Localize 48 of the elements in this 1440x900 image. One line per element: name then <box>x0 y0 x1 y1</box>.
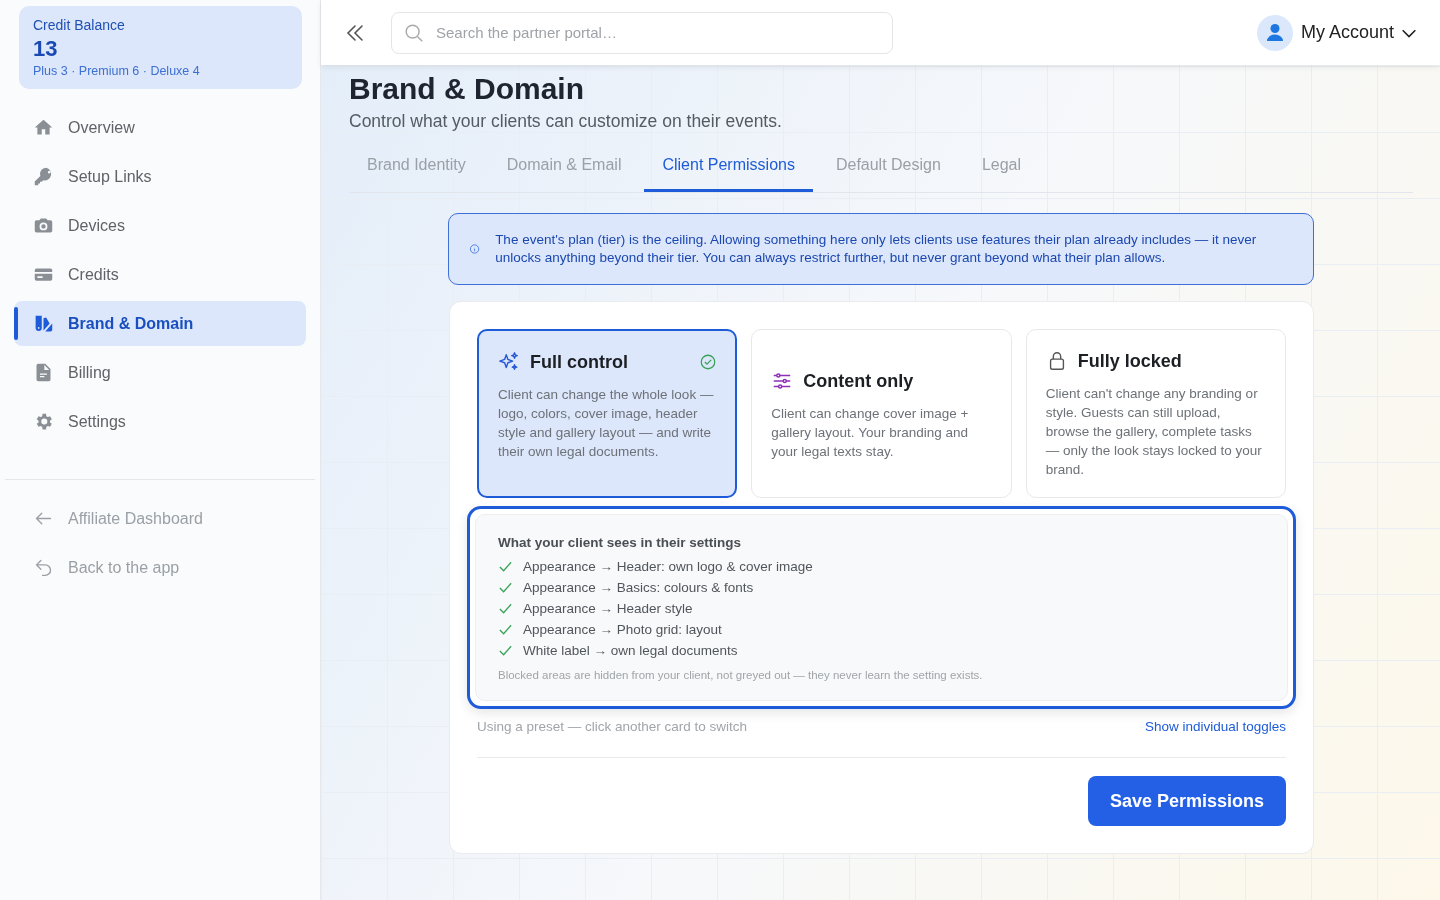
check-circle-icon <box>699 353 718 371</box>
sidebar-item[interactable]: Credits <box>14 252 306 297</box>
preset-hint: Using a preset — click another card to switch <box>477 719 748 734</box>
save-permissions-button[interactable]: Save Permissions <box>1088 776 1286 826</box>
preset-card[interactable]: Content only Client can change cover image + gallery layout. Your branding and your legal texts stay. <box>751 329 1012 498</box>
search-icon <box>403 21 425 44</box>
sidebar-item[interactable]: Billing <box>14 350 306 395</box>
preset-title: Fully locked <box>1077 350 1182 372</box>
preset-card[interactable]: Fully locked Client can't change any branding or style. Guests can still upload, browse the gallery, complete tasks — only the look stays locked to your brand. <box>1025 329 1286 498</box>
tab[interactable]: Client Permissions <box>644 142 813 192</box>
preview-note: Blocked areas are hidden from your client, not greyed out — they never learn the setting exists. <box>498 669 984 681</box>
return-arrow-icon <box>33 557 54 578</box>
preset-description: Client can change the whole look — logo, colors, cover image, header style and gallery layout — and write their own legal documents. <box>498 386 715 461</box>
sidebar-item[interactable]: Overview <box>14 105 306 150</box>
avatar-icon <box>1256 14 1293 51</box>
permission-item: Appearance → Photo grid: layout <box>523 622 722 637</box>
permission-item: Appearance → Basics: colours & fonts <box>523 580 754 595</box>
page-subtitle: Control what your clients can customize on their events. <box>349 111 783 132</box>
permission-item: Appearance → Header: own logo & cover image <box>523 559 813 574</box>
document-icon <box>33 362 54 383</box>
checkmark-icon <box>498 643 513 658</box>
sidebar-item[interactable]: Settings <box>14 399 306 444</box>
page-title: Brand & Domain <box>349 71 586 107</box>
show-toggles-link[interactable]: Show individual toggles <box>1144 719 1286 734</box>
checkmark-icon <box>498 622 513 637</box>
permission-item: White label → own legal documents <box>523 643 738 658</box>
checkmark-icon <box>498 601 513 616</box>
credit-breakdown: Plus 3 · Premium 6 · Deluxe 4 <box>33 64 201 78</box>
sidebar-item[interactable]: Brand & Domain <box>14 301 306 346</box>
search-field[interactable]: Search the partner portal… <box>391 11 893 54</box>
permission-item: Appearance → Header style <box>523 601 693 616</box>
credit-balance-label: Credit Balance <box>33 17 126 33</box>
key-icon <box>33 166 54 187</box>
checkmark-icon <box>498 580 513 595</box>
checkmark-icon <box>498 559 513 574</box>
preview-title: What your client sees in their settings <box>498 535 743 550</box>
preset-title: Full control <box>530 351 628 373</box>
preset-description: Client can't change any branding or style. Guests can still upload, browse the gallery, complete tasks — only the look stays locked to your brand. <box>1045 385 1263 479</box>
preset-card[interactable]: Full control Client can change the whole look — logo, colors, cover image, header style and gallery layout — and write their own legal documents. <box>477 329 738 498</box>
info-text: The event's plan (tier) is the ceiling. Allowing something here only lets clients use features their plan already includes — it never unlocks anything beyond their tier. You can always restrict further, but never grant beyond what their plan allows. <box>495 231 1258 267</box>
sidebar-item[interactable]: Devices <box>14 203 306 248</box>
preset-title: Content only <box>803 370 914 392</box>
account-menu[interactable]: My Account <box>1256 14 1418 51</box>
home-icon <box>33 117 54 138</box>
credit-amount: 13 <box>33 36 59 62</box>
preset-description: Client can change cover image + gallery layout. Your branding and your legal texts stay. <box>771 405 970 461</box>
sparkles-icon <box>498 351 520 373</box>
sidebar-item[interactable]: Setup Links <box>14 154 306 199</box>
